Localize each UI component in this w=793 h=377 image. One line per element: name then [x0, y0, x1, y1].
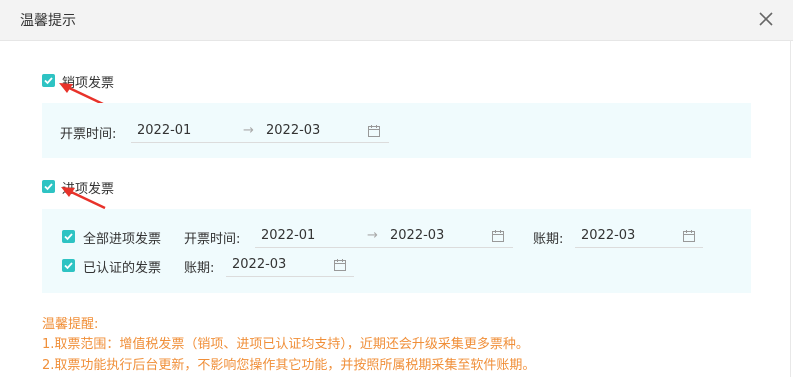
range-arrow-icon: → [243, 123, 254, 138]
certified-period-label: 账期: [184, 261, 215, 276]
sales-end-date[interactable]: 2022-03 [266, 123, 320, 138]
notes-heading: 温馨提醒: [42, 317, 99, 332]
notes-line-1: 1.取票范围：增值税发票（销项、进项已认证均支持），近期还会升级采集更多票种。 [42, 337, 529, 352]
calendar-icon[interactable] [492, 230, 504, 242]
dialog-right-border [790, 40, 791, 377]
range-arrow-icon: → [367, 228, 378, 243]
purchase-invoice-date-range[interactable]: 2022-01 → 2022-03 [255, 225, 513, 248]
purchase-invoice-checkbox[interactable] [42, 180, 55, 193]
purchase-invoice-time-label: 开票时间: [184, 232, 241, 247]
sales-invoice-panel: 开票时间: 2022-01 → 2022-03 [42, 103, 751, 158]
calendar-icon[interactable] [683, 230, 695, 242]
certified-period-value[interactable]: 2022-03 [232, 257, 286, 272]
notes-line-2: 2.取票功能执行后台更新，不影响您操作其它功能，并按照所属税期采集至软件账期。 [42, 358, 536, 373]
sales-invoice-date-range[interactable]: 2022-01 → 2022-03 [131, 120, 389, 143]
purchase-invoice-label: 进项发票 [62, 182, 115, 197]
purchase-period-value[interactable]: 2022-03 [581, 228, 635, 243]
dialog-header: 温馨提示 [0, 0, 793, 41]
sales-invoice-time-label: 开票时间: [60, 127, 117, 142]
purchase-period-label: 账期: [533, 232, 564, 247]
close-icon[interactable] [757, 9, 775, 29]
sales-invoice-checkbox[interactable] [42, 74, 55, 87]
dialog-title: 温馨提示 [20, 13, 76, 29]
purchase-period-field[interactable]: 2022-03 [575, 225, 703, 248]
calendar-icon[interactable] [368, 125, 380, 137]
all-purchase-invoice-label: 全部进项发票 [83, 232, 162, 247]
certified-period-field[interactable]: 2022-03 [226, 254, 354, 277]
purchase-invoice-panel: 全部进项发票 开票时间: 2022-01 → 2022-03 账期: 2022-… [42, 209, 751, 293]
sales-invoice-label: 销项发票 [62, 76, 115, 91]
all-purchase-invoice-checkbox[interactable] [62, 230, 75, 243]
sales-start-date[interactable]: 2022-01 [137, 123, 191, 138]
calendar-icon[interactable] [334, 259, 346, 271]
certified-invoice-label: 已认证的发票 [83, 261, 162, 276]
certified-invoice-checkbox[interactable] [62, 259, 75, 272]
purchase-start-date[interactable]: 2022-01 [261, 228, 315, 243]
purchase-end-date[interactable]: 2022-03 [390, 228, 444, 243]
